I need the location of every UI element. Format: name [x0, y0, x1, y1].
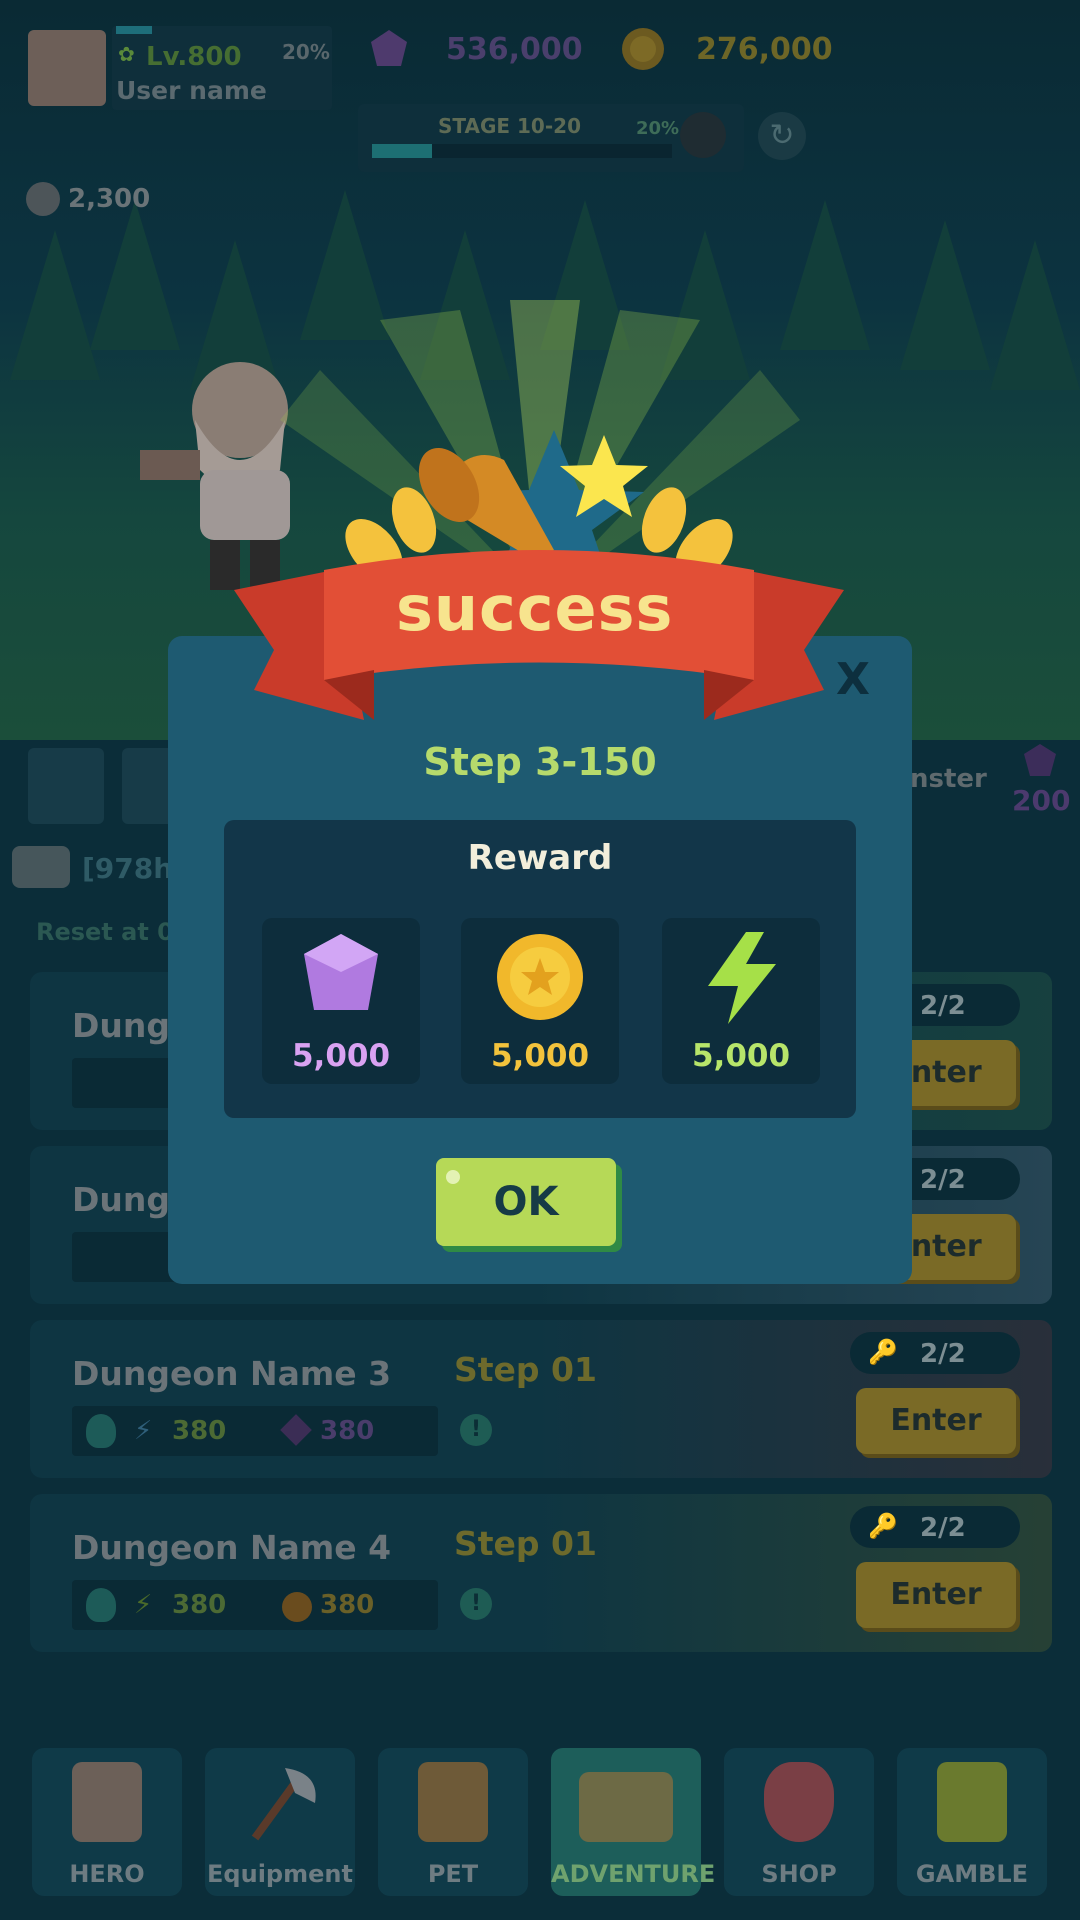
dungeon-stats: ⚡ 380 380 — [72, 1580, 438, 1630]
reset-text: Reset at 0 — [36, 918, 174, 946]
energy-icon: ⚡ — [134, 1416, 153, 1446]
hero-icon — [72, 1762, 142, 1842]
map-icon — [579, 1772, 673, 1842]
refresh-icon[interactable]: ↻ — [758, 112, 806, 160]
dungeon-card: Dungeon Name 4 Step 01 ⚡ 380 380 ! 🔑 2/2… — [30, 1494, 1052, 1652]
dice-icon — [937, 1762, 1007, 1842]
stage-panel: STAGE 10-20 20% — [358, 104, 744, 172]
energy-icon — [708, 932, 776, 1024]
leaf-icon: ✿ — [118, 42, 135, 66]
stat-value: 380 — [172, 1590, 227, 1620]
dungeon-step: Step 01 — [454, 1524, 597, 1563]
nav-label: PET — [427, 1860, 479, 1888]
button-shine — [446, 1170, 460, 1184]
level-text: Lv.800 — [146, 42, 242, 72]
skull-icon — [26, 182, 60, 216]
nav-label: ADVENTURE — [551, 1860, 716, 1888]
tree-icon — [10, 230, 100, 380]
stat-value: 380 — [320, 1416, 375, 1446]
gold-count: 276,000 — [696, 32, 833, 67]
dungeon-stats: ⚡ 380 380 — [72, 1406, 438, 1456]
skull-count: 2,300 — [68, 184, 151, 214]
bag-icon — [86, 1588, 116, 1622]
ok-label: OK — [493, 1179, 559, 1225]
dungeon-count: 🔑 2/2 — [850, 1506, 1020, 1548]
dungeon-name: Dungeon Name 4 — [72, 1528, 392, 1567]
reward-slot: 5,000 — [461, 918, 619, 1084]
key-icon: 🔑 — [868, 1512, 898, 1540]
tree-icon — [900, 220, 990, 370]
dungeon-count-text: 2/2 — [920, 1513, 966, 1543]
user-name: User name — [116, 76, 267, 105]
gold-coin-icon — [282, 1592, 312, 1622]
step-label: Step 3-150 — [423, 740, 657, 784]
reward-value: 5,000 — [691, 1038, 791, 1074]
stage-label: STAGE 10-20 — [438, 114, 581, 138]
nav-equipment[interactable]: Equipment — [205, 1748, 355, 1896]
player-avatar[interactable] — [28, 30, 106, 106]
dungeon-count-text: 2/2 — [920, 1165, 966, 1195]
reward-slot: 5,000 — [262, 918, 420, 1084]
nav-label: GAMBLE — [915, 1860, 1029, 1888]
enter-button[interactable]: Enter — [856, 1388, 1016, 1454]
tree-icon — [990, 240, 1080, 390]
success-title: success — [396, 572, 674, 645]
ok-button[interactable]: OK — [436, 1158, 616, 1246]
pet-icon — [418, 1762, 488, 1842]
dungeon-card: Dungeon Name 3 Step 01 ⚡ 380 380 ! 🔑 2/2… — [30, 1320, 1052, 1478]
dungeon-count-text: 2/2 — [920, 991, 966, 1021]
stage-progress-fill — [372, 144, 432, 158]
dungeon-name: Dungeon Name 3 — [72, 1354, 392, 1393]
gem-icon — [371, 30, 407, 66]
stage-percent: 20% — [636, 118, 680, 139]
reward-title: Reward — [467, 838, 613, 878]
gem-icon — [280, 1414, 312, 1446]
gold-coin-icon — [497, 934, 583, 1020]
dungeon-step: Step 01 — [454, 1350, 597, 1389]
tree-icon — [90, 200, 180, 350]
gem-count: 536,000 — [446, 32, 583, 67]
nav-pet[interactable]: PET — [378, 1748, 528, 1896]
info-icon[interactable]: ! — [460, 1588, 492, 1620]
stat-value: 380 — [320, 1590, 375, 1620]
exp-percent: 20% — [282, 40, 330, 64]
key-icon: 🔑 — [868, 1338, 898, 1366]
reward-value: 5,000 — [291, 1038, 391, 1074]
axe-icon — [251, 1768, 316, 1841]
nav-gamble[interactable]: GAMBLE — [897, 1748, 1047, 1896]
side-gem-count: 200 — [1012, 784, 1071, 817]
stage-progress-track — [372, 144, 672, 158]
success-banner — [234, 430, 844, 720]
level-box: ✿ Lv.800 20% User name — [112, 26, 332, 110]
info-icon[interactable]: ! — [460, 1414, 492, 1446]
gold-coin-icon — [622, 28, 664, 70]
nav-label: Equipment — [207, 1860, 353, 1888]
dungeon-count: 🔑 2/2 — [850, 1332, 1020, 1374]
nav-hero[interactable]: HERO — [32, 1748, 182, 1896]
reward-value: 5,000 — [490, 1038, 590, 1074]
gem-icon — [304, 934, 378, 1010]
nav-label: HERO — [69, 1860, 145, 1888]
energy-icon: ⚡ — [134, 1590, 153, 1620]
nav-label: SHOP — [761, 1860, 837, 1888]
enter-button[interactable]: Enter — [856, 1562, 1016, 1628]
bag-icon — [86, 1414, 116, 1448]
reward-slot: 5,000 — [662, 918, 820, 1084]
dungeon-count-text: 2/2 — [920, 1339, 966, 1369]
stat-value: 380 — [172, 1416, 227, 1446]
bag-icon — [764, 1762, 834, 1842]
boss-skull-icon[interactable] — [680, 112, 726, 158]
nav-adventure[interactable]: ADVENTURE — [551, 1748, 716, 1896]
exp-bar — [116, 26, 152, 34]
nav-shop[interactable]: SHOP — [724, 1748, 874, 1896]
